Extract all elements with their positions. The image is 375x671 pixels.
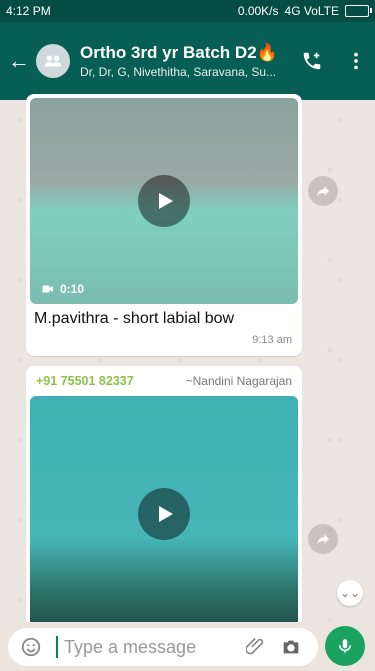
forward-icon xyxy=(317,534,329,545)
message-input[interactable]: Type a message xyxy=(8,628,318,666)
play-button[interactable] xyxy=(138,488,190,540)
more-vert-icon xyxy=(354,52,358,70)
video-thumbnail[interactable]: 0:10 xyxy=(30,98,298,304)
signal-label: 4G VoLTE xyxy=(284,4,339,18)
composer-bar: Type a message xyxy=(0,622,375,671)
back-arrow-icon[interactable]: ← xyxy=(8,48,30,74)
forward-icon xyxy=(317,186,329,197)
chat-participants: Dr, Dr, G, Nivethitha, Saravana, Su... xyxy=(80,65,277,79)
header-actions xyxy=(301,50,367,72)
duration-text: 0:10 xyxy=(60,282,85,296)
group-icon xyxy=(44,55,62,67)
message-time: 9:13 am xyxy=(252,334,292,346)
chat-title: Ortho 3rd yr Batch D2🔥 xyxy=(80,43,278,62)
video-camera-icon xyxy=(42,285,53,293)
text-cursor xyxy=(56,636,58,658)
play-icon xyxy=(159,506,173,522)
status-time: 4:12 PM xyxy=(6,4,51,18)
message-bubble[interactable]: 0:10 M.pavithra - short labial bow 9:13 … xyxy=(26,94,302,356)
paperclip-icon[interactable] xyxy=(246,636,266,656)
scroll-down-button[interactable]: ⌄⌄ xyxy=(337,580,363,606)
double-chevron-down-icon: ⌄⌄ xyxy=(339,586,361,600)
camera-icon[interactable] xyxy=(280,636,302,658)
message-placeholder: Type a message xyxy=(64,636,197,657)
chat-header: ← Ortho 3rd yr Batch D2🔥 Dr, Dr, G, Nive… xyxy=(0,22,375,100)
chat-title-block[interactable]: Ortho 3rd yr Batch D2🔥 Dr, Dr, G, Niveth… xyxy=(80,43,300,79)
emoji-icon[interactable] xyxy=(20,636,42,658)
chat-area[interactable]: 0:10 M.pavithra - short labial bow 9:13 … xyxy=(0,94,375,636)
forward-button[interactable] xyxy=(308,176,338,206)
message-caption: M.pavithra - short labial bow xyxy=(34,310,235,327)
video-thumbnail[interactable] xyxy=(30,396,298,632)
add-call-icon xyxy=(303,52,321,70)
status-bar: 4:12 PM 0.00K/s 4G VoLTE xyxy=(0,0,375,22)
sender-phone[interactable]: +91 75501 82337 xyxy=(36,374,134,388)
group-avatar[interactable] xyxy=(36,44,70,78)
status-indicators: 0.00K/s 4G VoLTE xyxy=(237,4,372,18)
video-duration: 0:10 xyxy=(40,282,84,296)
mic-icon xyxy=(339,639,351,653)
add-call-button[interactable] xyxy=(301,50,323,72)
sender-name: ~Nandini Nagarajan xyxy=(185,374,292,388)
network-speed: 0.00K/s xyxy=(237,4,279,18)
battery-icon xyxy=(345,5,372,17)
menu-button[interactable] xyxy=(345,50,367,72)
play-button[interactable] xyxy=(138,175,190,227)
mic-button[interactable] xyxy=(325,626,365,666)
play-icon xyxy=(159,193,173,209)
message-bubble[interactable]: +91 75501 82337 ~Nandini Nagarajan xyxy=(26,366,302,636)
forward-button[interactable] xyxy=(308,524,338,554)
